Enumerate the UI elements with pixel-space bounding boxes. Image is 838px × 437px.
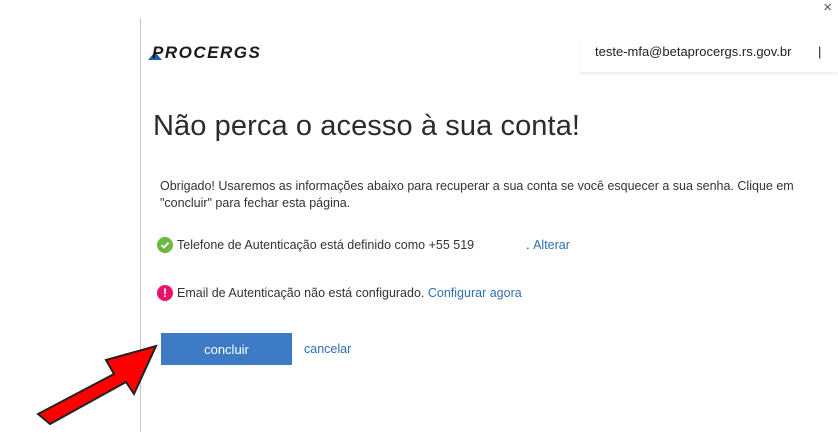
configure-email-link[interactable]: Configurar agora [428, 286, 522, 300]
phone-separator: . [526, 238, 530, 252]
close-icon[interactable]: × [823, 0, 832, 15]
header-separator: | [818, 44, 822, 59]
check-circle-icon [157, 237, 173, 253]
cancel-link[interactable]: cancelar [304, 342, 351, 356]
page-description: Obrigado! Usaremos as informações abaixo… [160, 179, 794, 210]
email-status-row: ! Email de Autenticação não está configu… [157, 285, 522, 301]
change-phone-link[interactable]: Alterar [533, 238, 570, 252]
phone-status-text: Telefone de Autenticação está definido c… [177, 238, 475, 252]
logo-text: PROCERGS [152, 43, 261, 62]
exclamation-circle-icon: ! [157, 285, 173, 301]
user-email: teste-mfa@betaprocergs.rs.gov.br [595, 44, 792, 59]
page-title: Não perca o acesso à sua conta! [153, 110, 581, 142]
phone-status-row: Telefone de Autenticação está definido c… [157, 237, 570, 253]
red-arrow-icon [30, 330, 160, 437]
concluir-button[interactable]: concluir [161, 333, 292, 365]
procergs-logo: PROCERGS [146, 42, 301, 62]
email-status-text: Email de Autenticação não está configura… [177, 286, 425, 300]
